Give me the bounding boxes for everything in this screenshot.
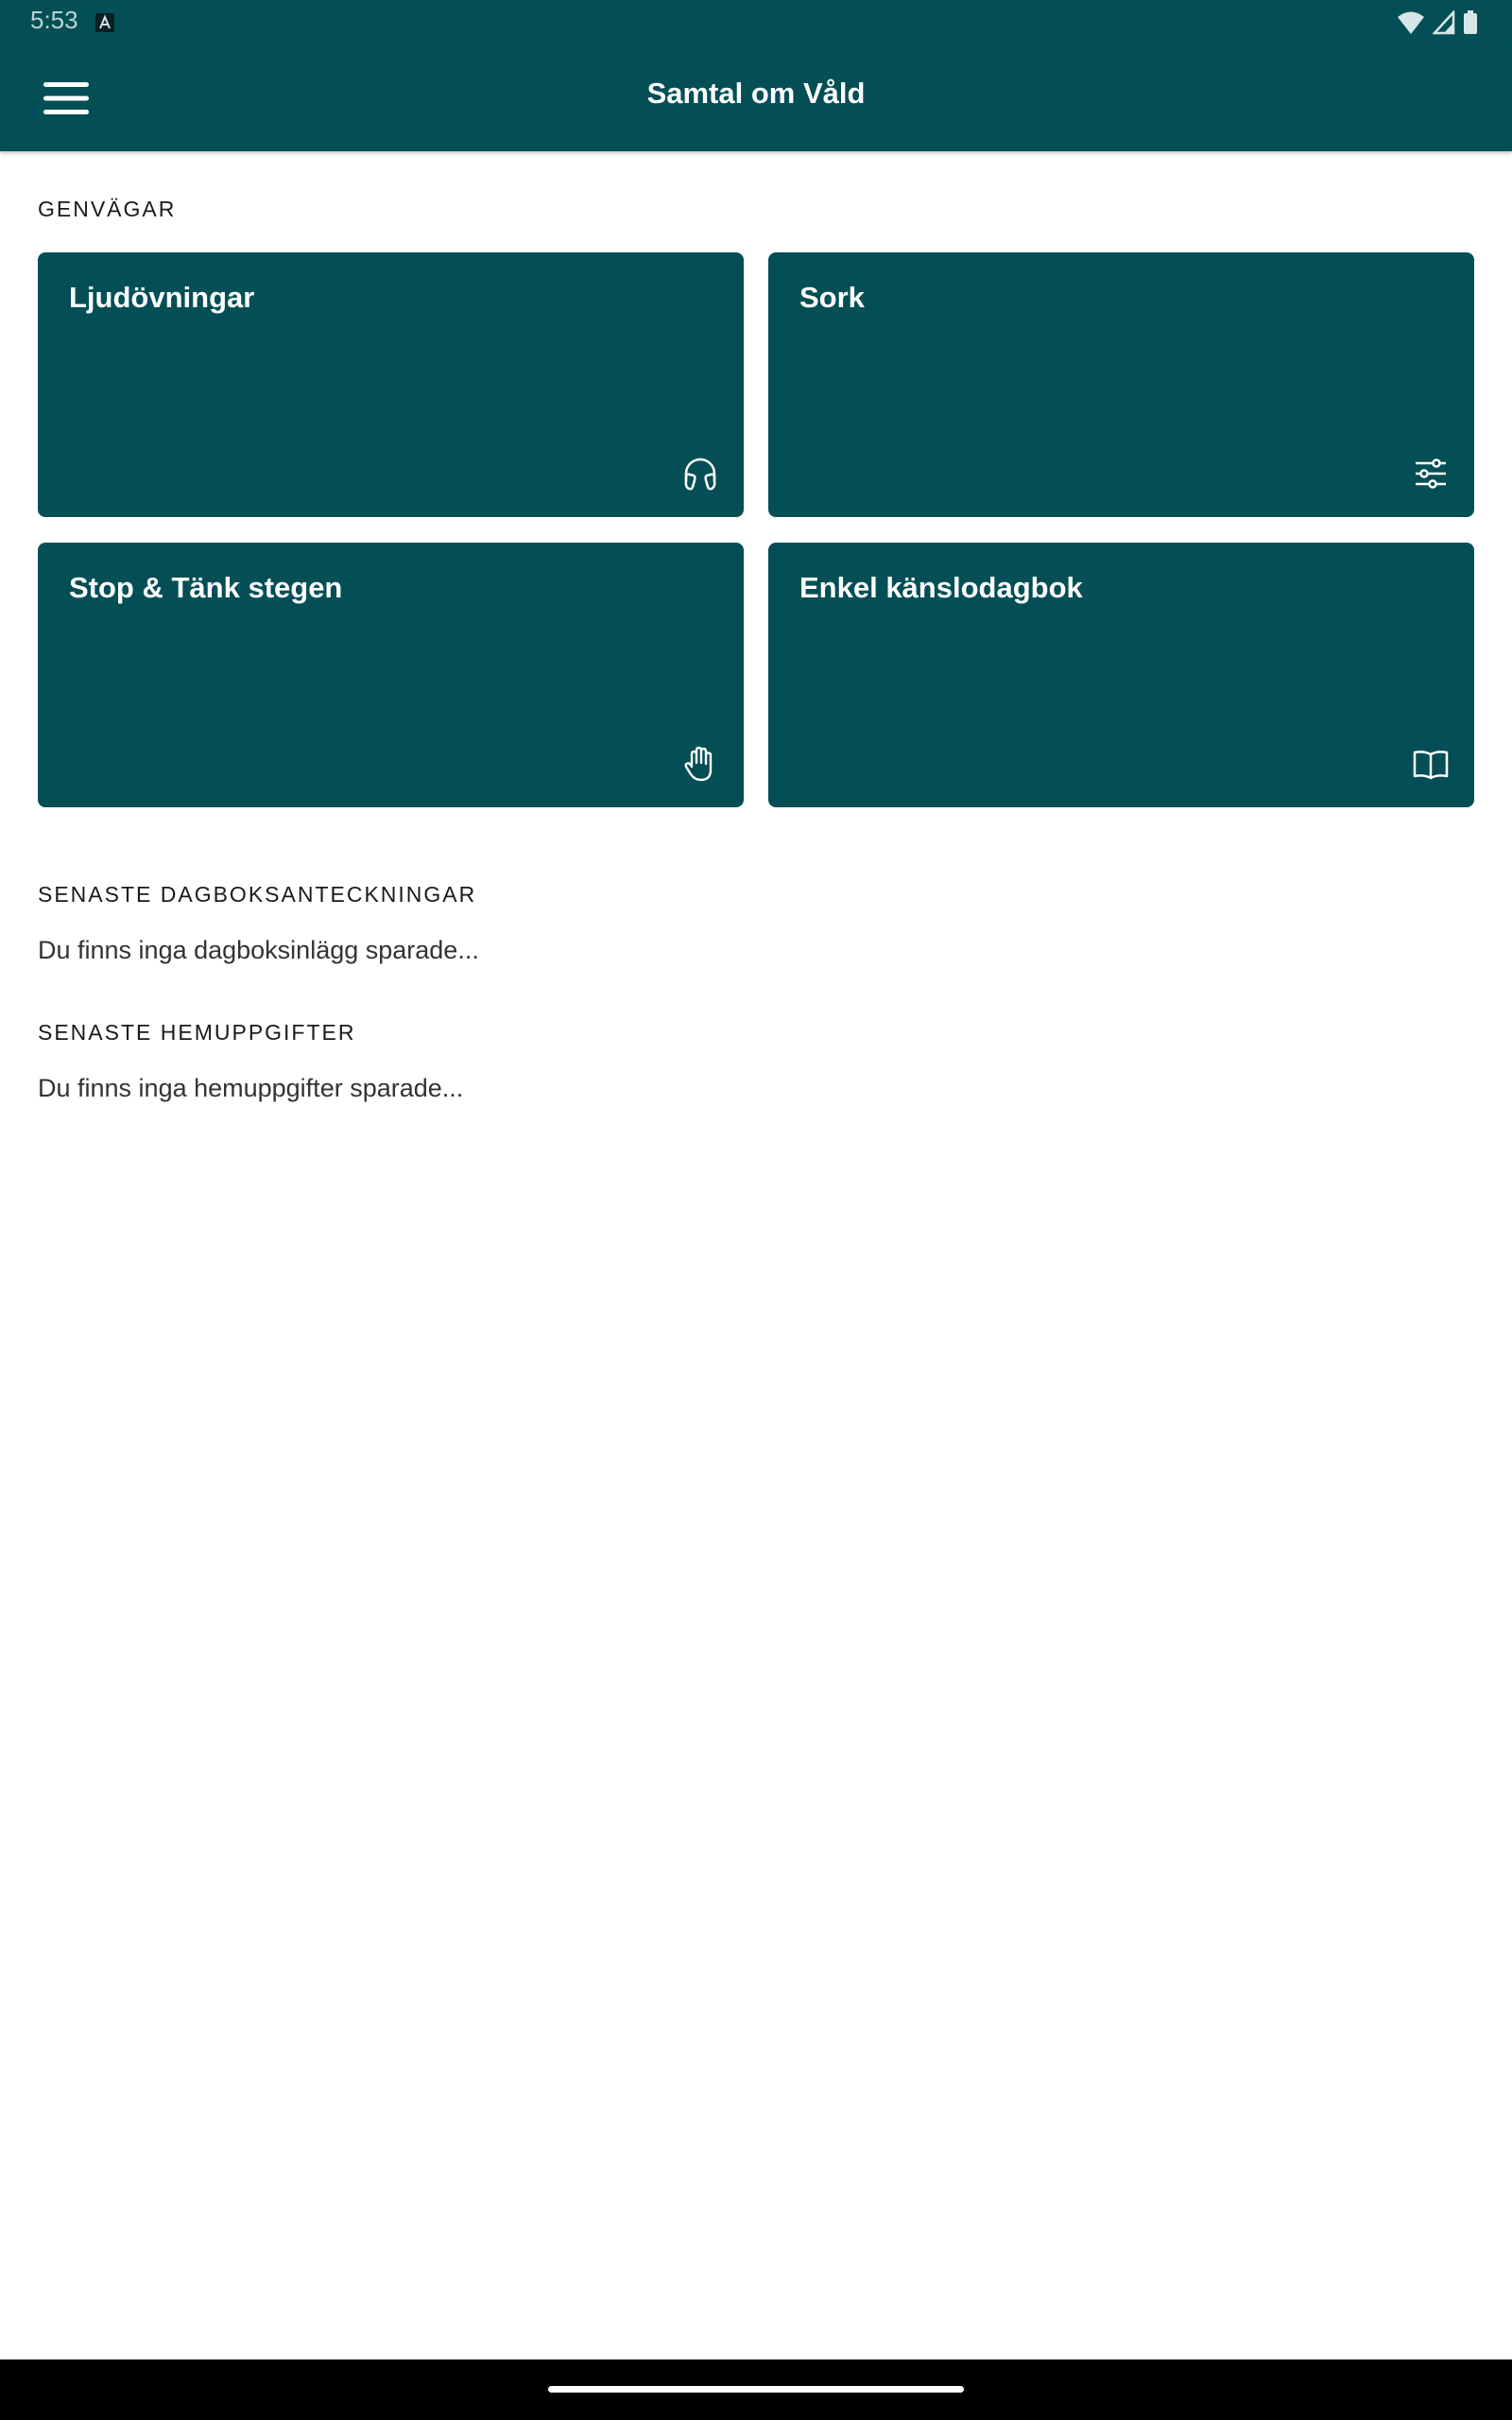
open-book-icon bbox=[1413, 751, 1449, 780]
card-title: Enkel känslodagbok bbox=[799, 571, 1083, 604]
shortcuts-heading: GENVÄGAR bbox=[38, 197, 177, 221]
diary-heading: SENASTE DAGBOKSANTECKNINGAR bbox=[38, 882, 477, 907]
shortcut-card-stop-tank[interactable]: Stop & Tänk stegen bbox=[38, 543, 744, 807]
shortcut-card-kanslodagbok[interactable]: Enkel känslodagbok bbox=[768, 543, 1474, 807]
card-title: Stop & Tänk stegen bbox=[69, 571, 343, 604]
status-bar: 5:53 bbox=[0, 0, 1512, 45]
shortcut-card-ljudovningar[interactable]: Ljudövningar bbox=[38, 252, 744, 517]
cell-signal-icon bbox=[1433, 10, 1455, 35]
system-nav-bar bbox=[0, 2360, 1512, 2420]
card-title: Ljudövningar bbox=[69, 281, 255, 314]
status-time: 5:53 bbox=[30, 6, 78, 34]
homework-heading: SENASTE HEMUPPGIFTER bbox=[38, 1020, 356, 1045]
sliders-icon bbox=[1416, 458, 1446, 489]
app-bar: Samtal om Våld bbox=[0, 45, 1512, 151]
headphones-icon bbox=[684, 458, 716, 491]
battery-icon bbox=[1464, 10, 1477, 34]
status-icons bbox=[1397, 9, 1478, 36]
wifi-icon bbox=[1398, 11, 1424, 34]
homework-empty-text: Du finns inga hemuppgifter sparade... bbox=[38, 1074, 464, 1102]
card-title: Sork bbox=[799, 281, 865, 314]
home-indicator[interactable] bbox=[548, 2386, 964, 2393]
hand-icon bbox=[684, 746, 713, 782]
notification-icon bbox=[95, 13, 114, 32]
page-title: Samtal om Våld bbox=[646, 77, 866, 110]
shortcut-card-sork[interactable]: Sork bbox=[768, 252, 1474, 517]
diary-empty-text: Du finns inga dagboksinlägg sparade... bbox=[38, 936, 479, 964]
